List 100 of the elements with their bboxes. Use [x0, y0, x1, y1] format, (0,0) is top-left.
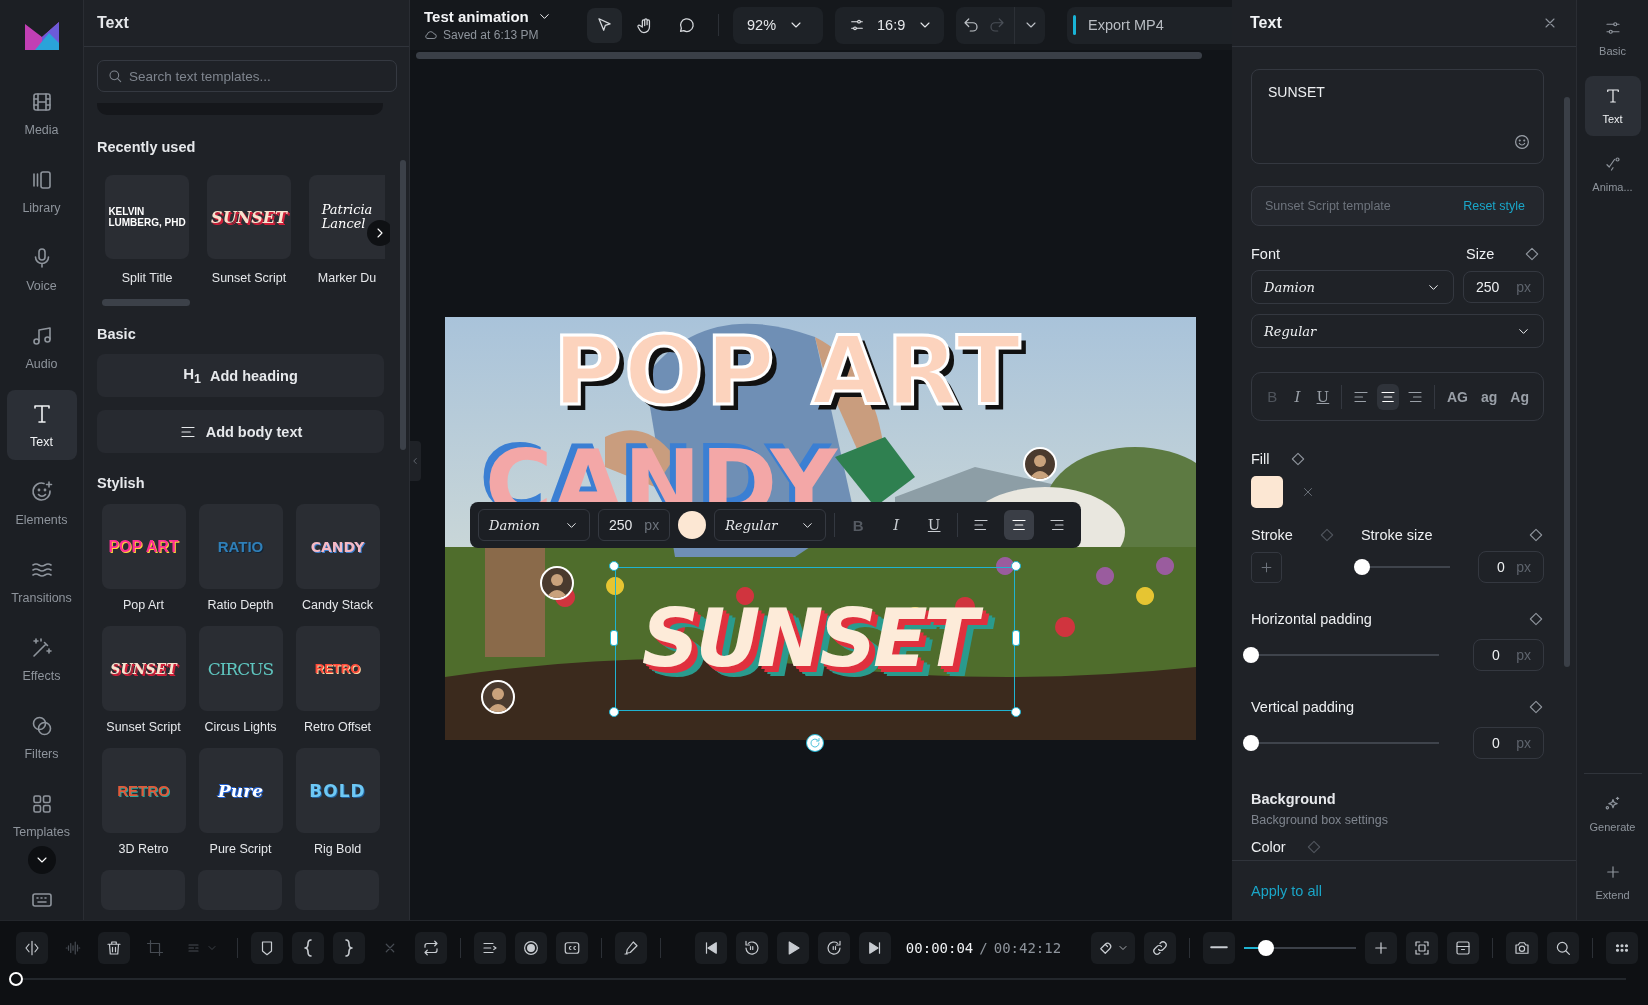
resize-handle[interactable]	[610, 630, 618, 646]
expand-button[interactable]	[28, 846, 56, 874]
template-card[interactable]: RETRO	[101, 748, 186, 833]
template-card[interactable]: Pure	[198, 748, 283, 833]
diamond-icon[interactable]	[1528, 699, 1544, 715]
camera-button[interactable]	[1506, 931, 1538, 964]
extend-button[interactable]: Extend	[1584, 852, 1641, 912]
diamond-icon[interactable]	[1289, 451, 1306, 467]
dots-grid-button[interactable]	[1606, 931, 1638, 964]
case-button[interactable]: AG	[1442, 388, 1472, 405]
resize-handle[interactable]	[1011, 561, 1021, 571]
template-card[interactable]: CANDY	[295, 504, 380, 589]
template-card[interactable]: Patricia Lancel	[309, 175, 385, 259]
diamond-icon[interactable]	[1528, 611, 1544, 627]
sidebar-tab[interactable]: Voice	[6, 234, 77, 304]
sidebar-tab[interactable]: Elements	[6, 468, 77, 538]
resize-handle[interactable]	[609, 707, 619, 717]
sidebar-tab[interactable]: Effects	[6, 624, 77, 694]
loop-button[interactable]	[415, 931, 447, 964]
sidebar-tab[interactable]: Templates	[6, 780, 77, 850]
skip-forward-button[interactable]	[858, 931, 891, 964]
slider-handle[interactable]	[1243, 735, 1259, 751]
search-field[interactable]: Search text templates...	[97, 60, 397, 92]
diamond-icon[interactable]	[1528, 527, 1544, 543]
template-card[interactable]: KELVIN LUMBERG, PHD	[105, 175, 189, 259]
reset-style-link[interactable]: Reset style	[1463, 199, 1525, 213]
search-button[interactable]	[1547, 931, 1579, 964]
case-button[interactable]: ag	[1476, 388, 1502, 405]
size-field[interactable]: 250 px	[1463, 271, 1544, 303]
play-button[interactable]	[776, 931, 809, 964]
template-card[interactable]: RETRO	[295, 626, 380, 711]
sidebar-tab[interactable]: Media	[6, 78, 77, 148]
delete-button[interactable]	[98, 931, 130, 964]
resize-handle[interactable]	[609, 561, 619, 571]
zoom-dropdown[interactable]: 92%	[733, 6, 823, 44]
resize-handle[interactable]	[1012, 630, 1020, 646]
format-button[interactable]: I	[881, 510, 912, 540]
sidebar-tab[interactable]: Filters	[6, 702, 77, 772]
sidebar-tab[interactable]: Library	[6, 156, 77, 226]
sidebar-tab[interactable]: Basic	[1584, 8, 1641, 68]
selection-frame[interactable]	[615, 567, 1015, 711]
record-button[interactable]	[515, 931, 547, 964]
apply-to-all-link[interactable]: Apply to all	[1251, 882, 1322, 899]
template-card[interactable]: SUNSET	[207, 175, 291, 259]
case-button[interactable]: Ag	[1506, 388, 1533, 405]
zoom-slider-handle[interactable]	[1258, 939, 1275, 956]
template-card[interactable]: RATIO	[198, 504, 283, 589]
font-dropdown[interactable]: Damion	[1251, 270, 1454, 304]
split-button[interactable]	[16, 931, 48, 964]
mark-in-button[interactable]	[292, 931, 324, 964]
pen-button[interactable]	[615, 931, 647, 964]
template-card[interactable]: BOLD	[295, 748, 380, 833]
next-button[interactable]	[367, 220, 390, 246]
fit-screen-button[interactable]	[1406, 931, 1438, 964]
add-body-text-button[interactable]: Add body text	[97, 410, 384, 453]
value-field[interactable]: 0 px	[1478, 551, 1544, 583]
sidebar-tab[interactable]: Text	[6, 390, 77, 460]
playhead[interactable]	[9, 972, 23, 986]
smiley-icon[interactable]	[1513, 133, 1531, 151]
align-button[interactable]	[1377, 383, 1400, 410]
align-button[interactable]	[1004, 510, 1035, 540]
close-icon[interactable]	[1301, 485, 1315, 499]
add-heading-button[interactable]: H$_{1}$ Add heading	[97, 354, 384, 397]
sidebar-tab[interactable]: Audio	[6, 312, 77, 382]
scrollbar[interactable]	[416, 52, 1202, 59]
resize-handle[interactable]	[1011, 707, 1021, 717]
text-input[interactable]: SUNSET	[1251, 69, 1544, 164]
scrollbar[interactable]	[102, 299, 190, 306]
fill-swatch[interactable]	[1251, 476, 1283, 508]
value-field[interactable]: 0 px	[1473, 727, 1544, 759]
fast-forward-button[interactable]	[817, 931, 850, 964]
format-button[interactable]: I	[1287, 384, 1308, 409]
value-field[interactable]: 0 px	[1473, 639, 1544, 671]
slider-handle[interactable]	[1354, 559, 1370, 575]
sidebar-tab[interactable]: Transitions	[6, 546, 77, 616]
generate-button[interactable]: Generate	[1584, 784, 1641, 844]
diamond-icon[interactable]	[1524, 246, 1540, 262]
mark-out-button[interactable]	[333, 931, 365, 964]
list-button[interactable]	[474, 931, 506, 964]
minus-button[interactable]	[1203, 931, 1235, 964]
collapse-handle[interactable]	[410, 441, 421, 481]
captions-button[interactable]	[556, 931, 588, 964]
archive-button[interactable]	[1447, 931, 1479, 964]
plus-button[interactable]	[1365, 931, 1397, 964]
slider-handle[interactable]	[1243, 647, 1259, 663]
sidebar-tab[interactable]: Text	[1584, 76, 1641, 136]
template-card[interactable]: SUNSET	[101, 626, 186, 711]
scrollbar[interactable]	[400, 160, 406, 450]
format-button[interactable]: U	[1312, 384, 1334, 409]
weight-dropdown[interactable]: Regular	[1251, 314, 1544, 348]
aspect-ratio-dropdown[interactable]: 16:9	[835, 6, 944, 44]
tool-button[interactable]	[587, 7, 622, 43]
link-button[interactable]	[1144, 931, 1176, 964]
rewind-button[interactable]	[735, 931, 768, 964]
undo-icon[interactable]	[962, 16, 980, 34]
template-card[interactable]: CIRCUS	[198, 626, 283, 711]
sidebar-tab[interactable]: Anima...	[1584, 144, 1641, 204]
template-card[interactable]: POP ART	[101, 504, 186, 589]
format-button[interactable]: U	[919, 510, 950, 540]
project-title[interactable]: Test animation	[424, 8, 529, 25]
